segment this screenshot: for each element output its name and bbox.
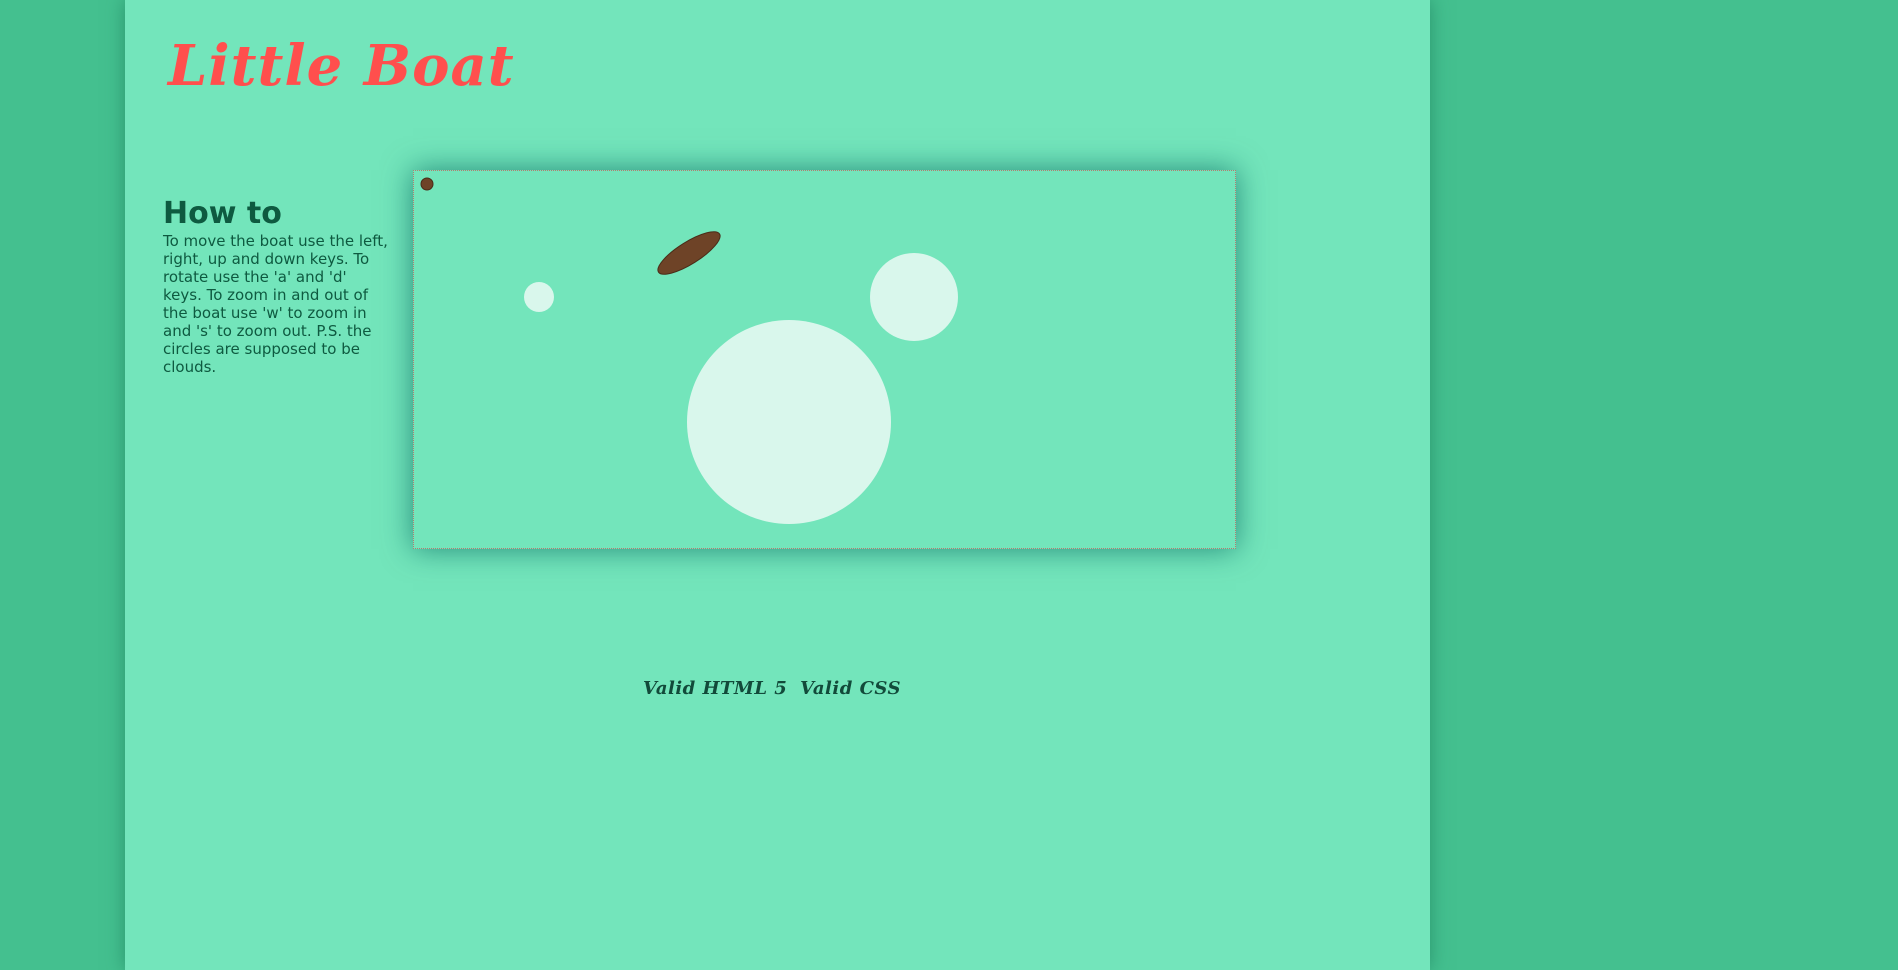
cloud-small [524,282,554,312]
cloud-medium [870,253,958,341]
howto-panel: How to To move the boat use the left, ri… [163,196,388,376]
marker-dot [420,177,434,191]
page-title: Little Boat [168,33,515,99]
game-canvas[interactable] [413,170,1236,549]
game-scene [420,177,958,524]
footer-links: Valid HTML 5 Valid CSS [643,678,907,699]
cloud-large [687,320,891,524]
howto-text: To move the boat use the left, right, up… [163,232,388,376]
boat[interactable] [653,225,726,282]
howto-heading: How to [163,196,282,231]
valid-html-link[interactable]: Valid HTML 5 [643,678,787,699]
page-container: Little Boat How to To move the boat use … [125,0,1430,970]
valid-css-link[interactable]: Valid CSS [800,678,901,699]
